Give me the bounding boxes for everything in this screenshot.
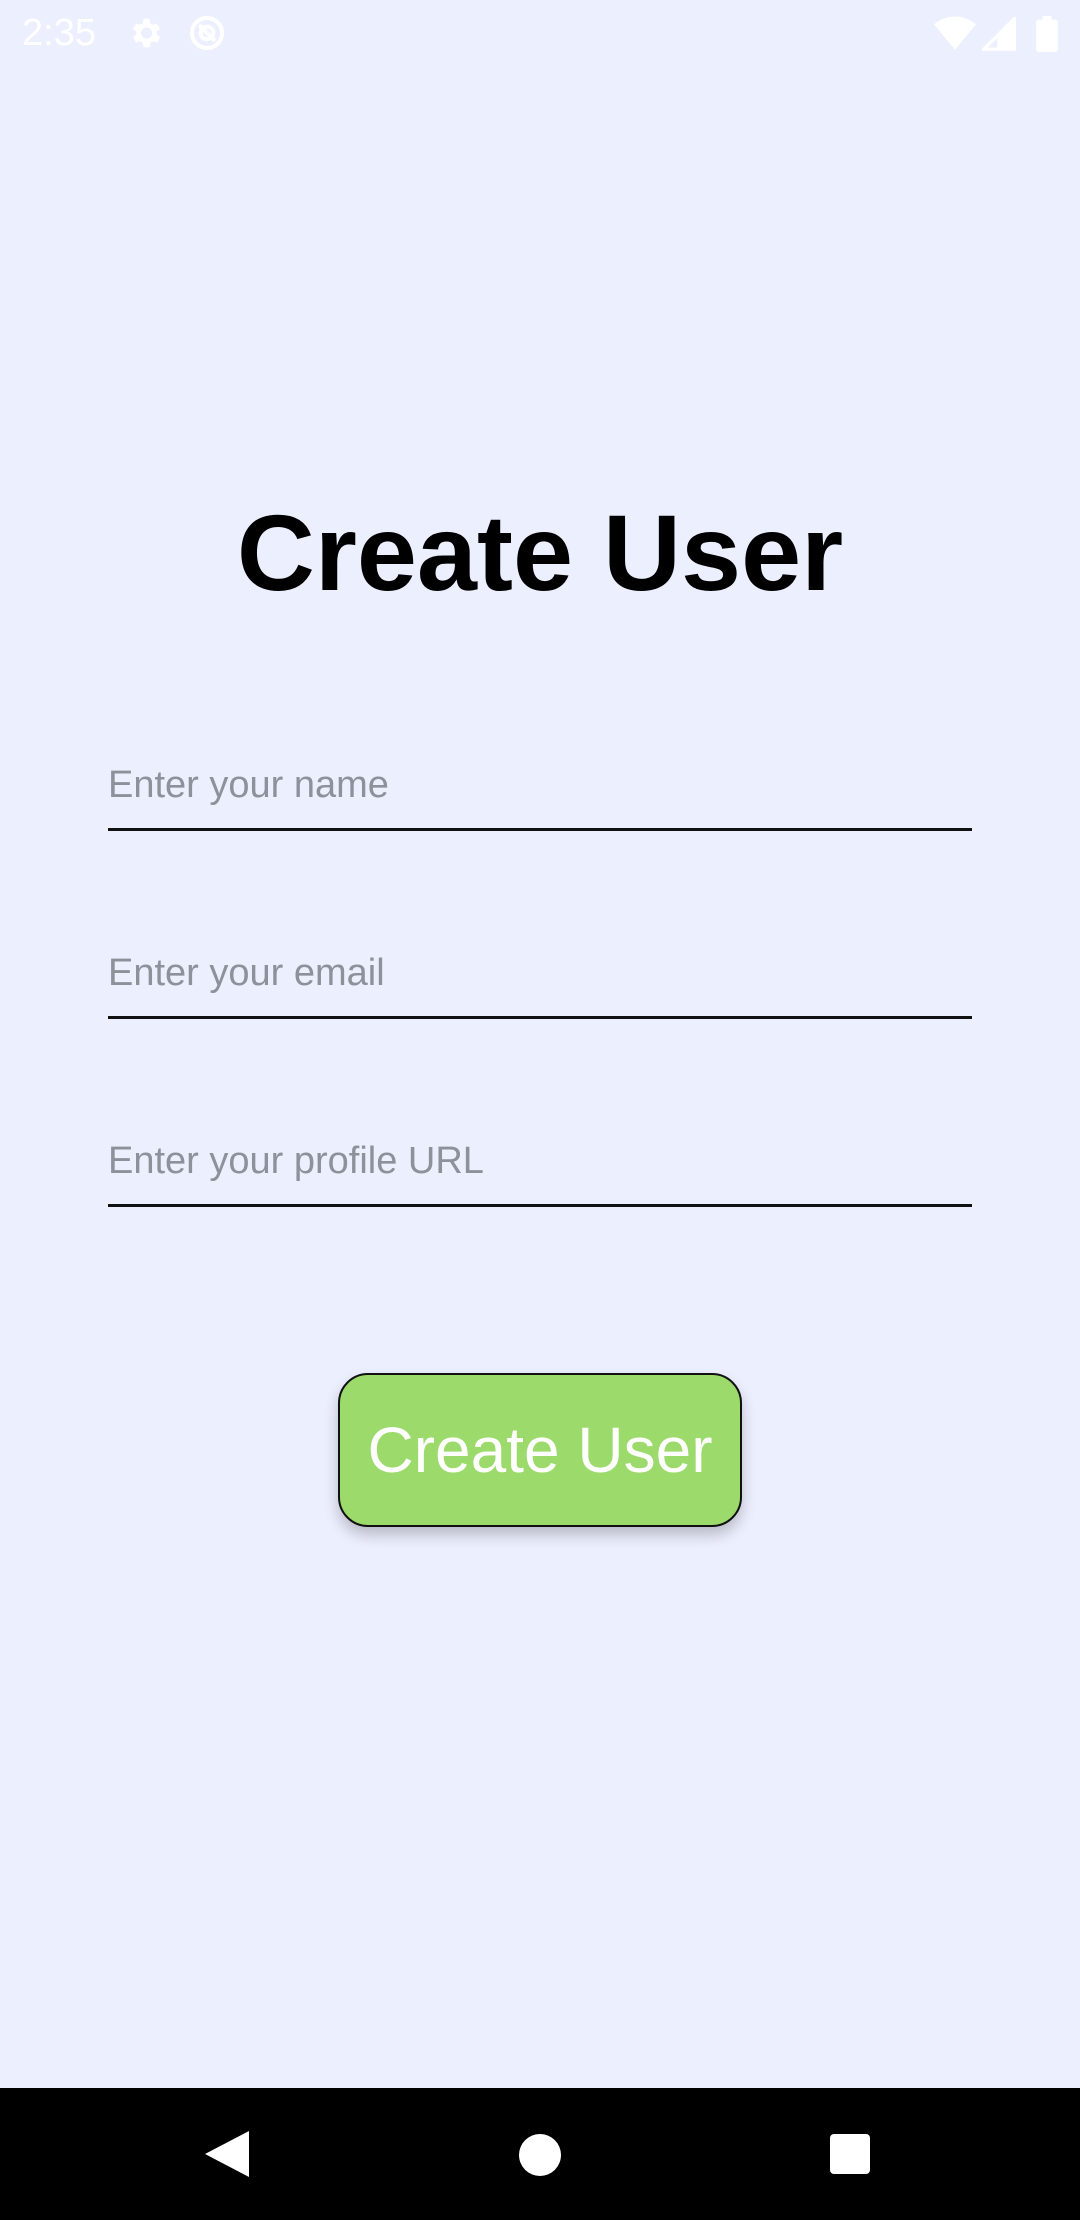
navigation-bar bbox=[0, 2088, 1080, 2220]
cellular-signal-icon bbox=[982, 17, 1016, 51]
back-triangle-icon[interactable] bbox=[205, 2131, 249, 2177]
battery-icon bbox=[1036, 16, 1058, 52]
recents-square-icon[interactable] bbox=[830, 2134, 870, 2174]
profile-url-field[interactable] bbox=[108, 1124, 972, 1207]
home-circle-icon[interactable] bbox=[519, 2134, 561, 2176]
create-user-button[interactable]: Create User bbox=[338, 1373, 742, 1527]
email-field[interactable] bbox=[108, 936, 972, 1019]
page-title: Create User bbox=[236, 492, 844, 613]
profile-url-input[interactable] bbox=[108, 1136, 972, 1186]
create-user-screen: 2:35 Create User Create User bbox=[0, 0, 1080, 2220]
name-input[interactable] bbox=[108, 760, 972, 810]
at-sign-icon bbox=[189, 15, 225, 51]
name-field[interactable] bbox=[108, 748, 972, 831]
email-input[interactable] bbox=[108, 948, 972, 998]
status-time: 2:35 bbox=[22, 12, 96, 54]
status-bar: 2:35 bbox=[0, 0, 1080, 66]
gear-icon bbox=[132, 18, 161, 48]
wifi-icon bbox=[934, 16, 976, 50]
